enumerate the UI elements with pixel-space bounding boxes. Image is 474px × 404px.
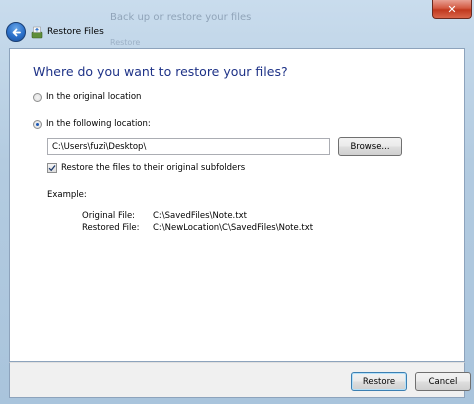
background-window-subtitle: Restore xyxy=(110,38,141,47)
checkbox-checked[interactable] xyxy=(47,163,57,173)
original-file-value: C:\SavedFiles\Note.txt xyxy=(153,211,247,221)
dialog-footer: Restore Cancel xyxy=(9,362,471,398)
back-button[interactable] xyxy=(6,22,26,42)
example-label: Example: xyxy=(47,190,87,200)
original-file-label: Original File: xyxy=(82,211,136,221)
restore-button[interactable]: Restore xyxy=(351,372,407,391)
background-window-title: Back up or restore your files xyxy=(110,12,252,23)
close-button[interactable]: ✕ xyxy=(432,0,472,19)
restored-file-label: Restored File: xyxy=(82,223,140,233)
radio-button-unchecked[interactable] xyxy=(33,92,42,102)
cancel-button[interactable]: Cancel xyxy=(415,372,471,391)
restore-files-icon xyxy=(31,26,43,39)
location-path-input[interactable] xyxy=(47,138,330,155)
restore-subfolders-option[interactable]: Restore the files to their original subf… xyxy=(47,163,245,173)
restored-file-value: C:\NewLocation\C\SavedFiles\Note.txt xyxy=(153,223,314,233)
radio-original-location[interactable]: In the original location xyxy=(33,92,141,102)
checkmark-icon xyxy=(48,165,56,172)
radio-original-label: In the original location xyxy=(46,92,142,102)
radio-following-location[interactable]: In the following location: xyxy=(33,119,151,129)
browse-button[interactable]: Browse... xyxy=(338,137,402,156)
close-icon: ✕ xyxy=(447,2,457,16)
back-arrow-icon xyxy=(12,28,21,36)
checkbox-label: Restore the files to their original subf… xyxy=(61,163,246,173)
radio-button-checked[interactable] xyxy=(33,119,42,129)
radio-following-label: In the following location: xyxy=(46,119,151,129)
page-heading: Where do you want to restore your files? xyxy=(33,64,288,79)
window-title: Restore Files xyxy=(47,27,104,37)
content-pane: Where do you want to restore your files?… xyxy=(9,48,465,362)
